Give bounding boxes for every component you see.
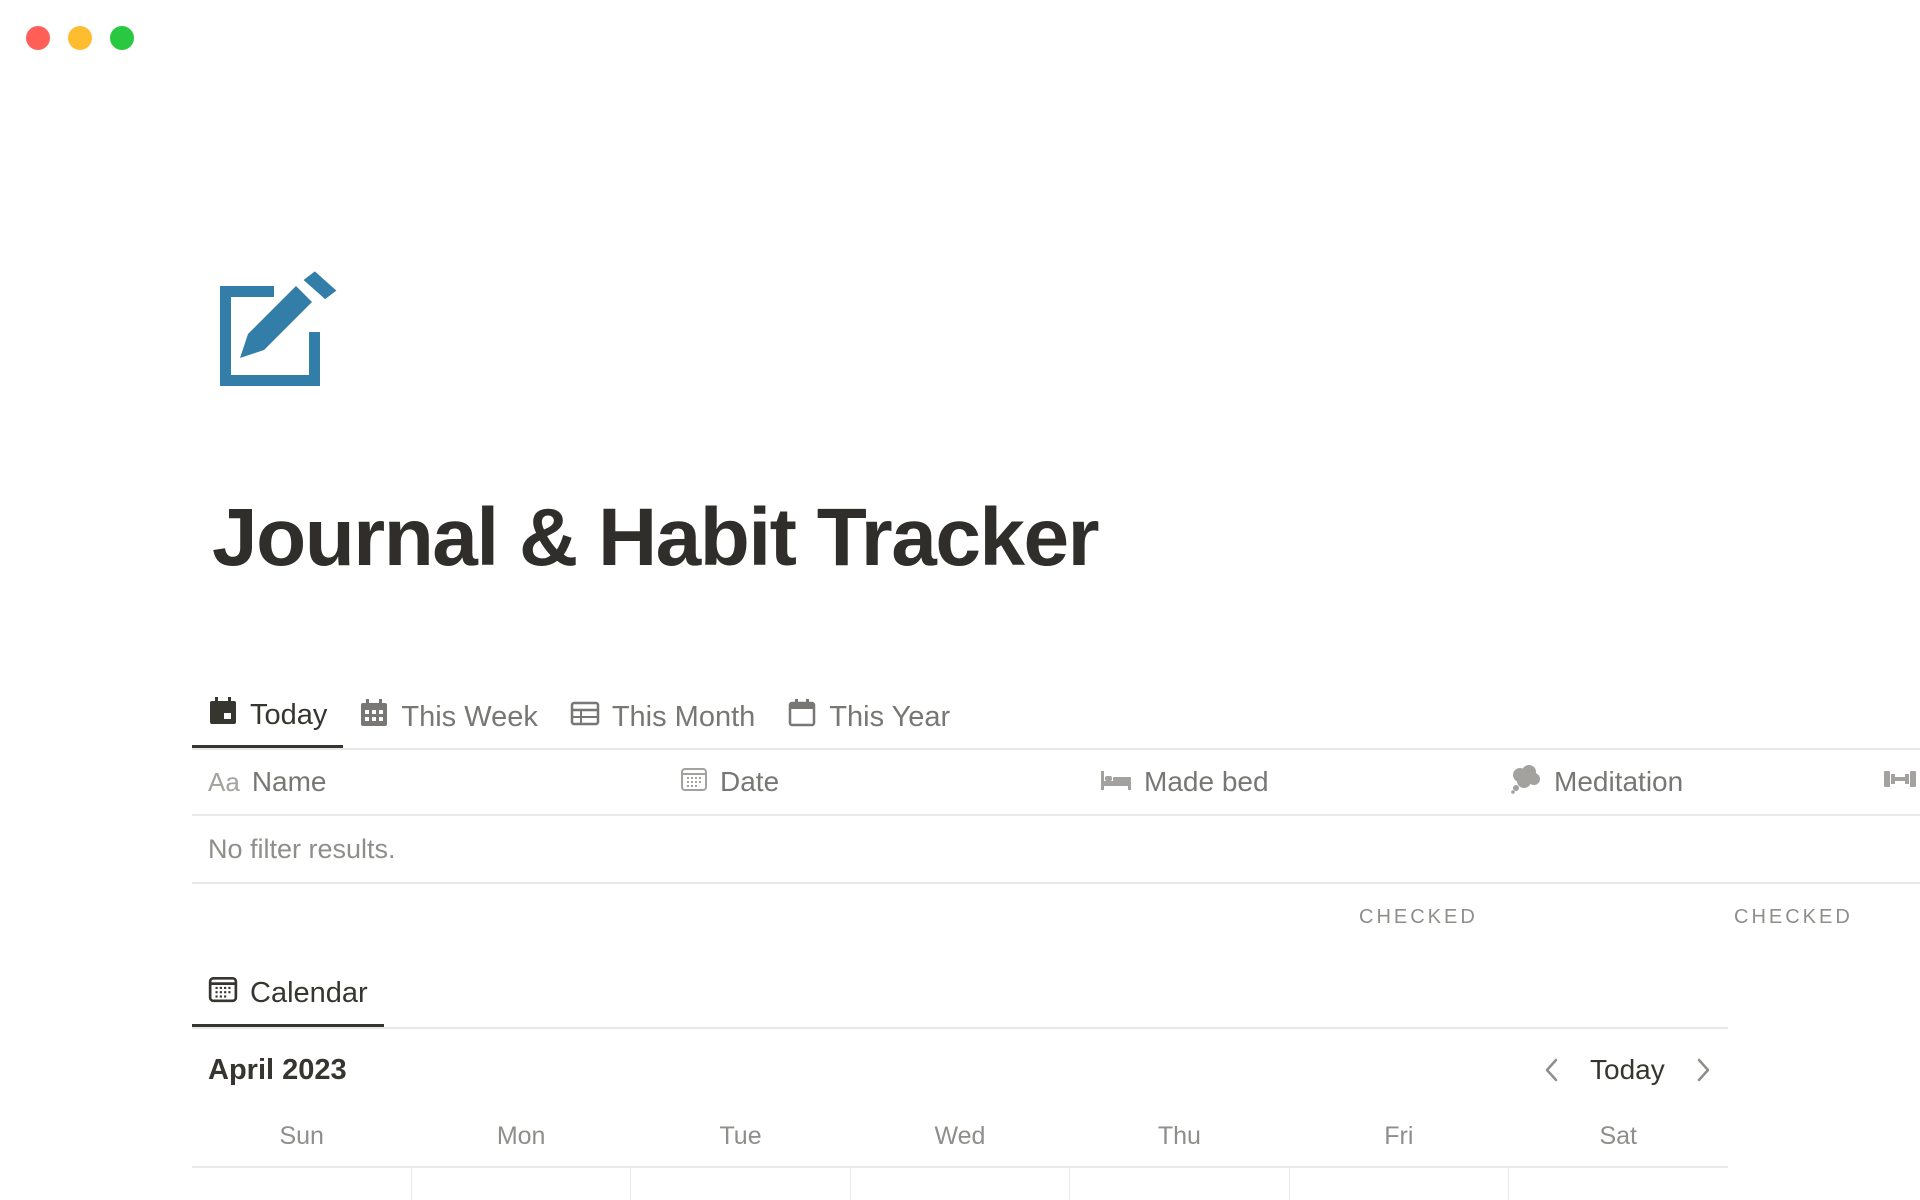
- tab-this-week[interactable]: This Week: [343, 685, 553, 749]
- weekday-label: Sat: [1599, 1122, 1637, 1150]
- tab-calendar[interactable]: Calendar: [192, 962, 384, 1028]
- column-label: Date: [720, 766, 780, 797]
- dumbbell-icon: [1882, 765, 1918, 800]
- column-header-exercise[interactable]: [1882, 750, 1918, 814]
- weekday-label: Wed: [934, 1122, 986, 1150]
- text-icon: Aa: [208, 766, 240, 797]
- tab-label: This Year: [829, 700, 951, 733]
- table-header-row: Aa Name Date Made bed Meditation: [192, 750, 1920, 816]
- thought-cloud-icon: [1510, 764, 1542, 801]
- weekday-label: Mon: [496, 1122, 546, 1150]
- database-view-tabs: Today This Week This Month This Year: [192, 685, 966, 749]
- column-header-meditation[interactable]: Meditation: [1510, 750, 1683, 814]
- tab-label: Calendar: [250, 976, 368, 1009]
- pencil-square-icon[interactable]: [212, 266, 342, 396]
- tab-this-month[interactable]: This Month: [554, 685, 771, 749]
- bed-icon: [1100, 765, 1132, 800]
- calendar-day-cell[interactable]: [1508, 1168, 1728, 1200]
- weekday-label: Sun: [279, 1122, 324, 1150]
- calendar-day-cell[interactable]: [630, 1168, 850, 1200]
- chevron-right-icon[interactable]: [1681, 1050, 1725, 1090]
- calendar-day-cell[interactable]: [849, 1168, 1070, 1200]
- calendar-week-row: [192, 1168, 1728, 1200]
- close-window-button[interactable]: [26, 26, 50, 50]
- column-label: Meditation: [1554, 766, 1684, 797]
- column-header-date[interactable]: Date: [680, 750, 779, 814]
- calendar-day-icon: [208, 696, 238, 734]
- tab-label: This Month: [611, 700, 756, 733]
- calculation-meditation[interactable]: CHECKED: [1734, 906, 1853, 929]
- calendar-grid-icon: [359, 698, 389, 736]
- page-title[interactable]: Journal & Habit Tracker: [212, 488, 1100, 588]
- tab-label: This Week: [401, 700, 538, 733]
- calendar-icon: [680, 765, 708, 800]
- calculation-made-bed[interactable]: CHECKED: [1359, 906, 1478, 929]
- weekday-label: Fri: [1384, 1122, 1414, 1150]
- column-label: Made bed: [1144, 766, 1269, 797]
- calendar-day-cell[interactable]: [1288, 1168, 1509, 1200]
- calendar-month-label: April 2023: [208, 1054, 347, 1086]
- window-controls: [26, 26, 134, 50]
- calendar-day-cell[interactable]: [192, 1168, 411, 1200]
- calendar-view-tabs: Calendar: [192, 962, 384, 1028]
- calendar-icon: [208, 974, 238, 1012]
- today-button[interactable]: Today: [1574, 1054, 1681, 1086]
- column-label: Name: [251, 766, 327, 797]
- calendar-day-cell[interactable]: [410, 1168, 631, 1200]
- tab-this-year[interactable]: This Year: [771, 685, 966, 749]
- chevron-left-icon[interactable]: [1530, 1050, 1574, 1090]
- empty-state-message: No filter results.: [192, 816, 1920, 884]
- weekday-label: Tue: [719, 1122, 762, 1150]
- calendar-day-cell[interactable]: [1069, 1168, 1289, 1200]
- table-icon: [570, 698, 600, 736]
- calendar-navigation: Today: [1530, 1050, 1725, 1090]
- calendar-icon: [787, 698, 817, 736]
- weekday-header: Sun Mon Tue Wed Thu Fri Sat: [192, 1116, 1728, 1168]
- maximize-window-button[interactable]: [110, 26, 134, 50]
- column-header-made-bed[interactable]: Made bed: [1100, 750, 1269, 814]
- divider: [192, 1027, 1728, 1029]
- tab-label: Today: [250, 698, 328, 731]
- minimize-window-button[interactable]: [68, 26, 92, 50]
- weekday-label: Thu: [1157, 1122, 1201, 1150]
- tab-today[interactable]: Today: [192, 685, 344, 749]
- column-header-name[interactable]: Aa Name: [208, 750, 327, 814]
